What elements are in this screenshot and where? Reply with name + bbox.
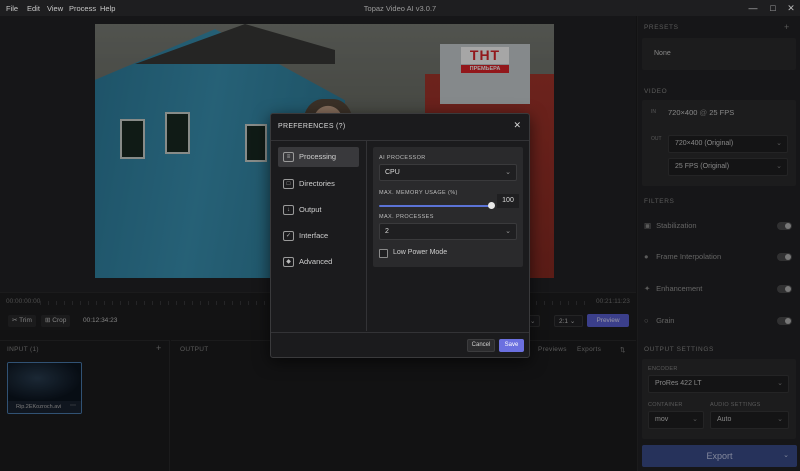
chevron-down-icon: ⌄ [505,228,511,235]
nav-directories-label: Directories [299,179,335,188]
nav-processing-label: Processing [299,152,337,161]
interface-icon: ✓ [283,231,294,241]
minimize-icon[interactable]: — [746,2,760,14]
memory-usage-label: MAX. MEMORY USAGE (%) [379,190,458,196]
window-title: Topaz Video AI v3.0.7 [363,4,437,13]
nav-divider [366,141,367,331]
close-icon[interactable]: ✕ [784,2,798,14]
processing-icon: ≡ [283,152,294,162]
app-window: File Edit View Process Help Topaz Video … [0,0,800,471]
nav-output[interactable]: ↓ Output [278,200,359,220]
chevron-down-icon: ⌄ [505,169,511,176]
nav-advanced-label: Advanced [299,257,333,266]
footer-divider [271,332,529,333]
cancel-button[interactable]: Cancel [467,339,495,352]
advanced-icon: ◆ [283,257,294,267]
menu-process[interactable]: Process [69,4,96,13]
save-button[interactable]: Save [499,339,524,352]
close-icon[interactable]: ✕ [513,120,521,131]
menu-edit[interactable]: Edit [27,4,40,13]
title-bar: File Edit View Process Help Topaz Video … [0,0,800,16]
header-divider [271,140,529,141]
memory-usage-slider-handle[interactable] [488,202,495,209]
preferences-title: PREFERENCES (?) [278,123,346,130]
menu-help[interactable]: Help [100,4,115,13]
maximize-icon[interactable]: □ [766,2,780,14]
memory-usage-slider[interactable] [379,205,492,207]
download-icon: ↓ [283,205,294,215]
max-processes-dropdown[interactable]: 2 ⌄ [379,223,517,240]
ai-processor-label: AI PROCESSOR [379,155,426,161]
nav-processing[interactable]: ≡ Processing [278,147,359,167]
low-power-label: Low Power Mode [393,249,448,256]
ai-processor-value: CPU [385,169,400,176]
memory-usage-value[interactable]: 100 [497,194,519,208]
nav-directories[interactable]: □ Directories [278,174,359,194]
low-power-checkbox[interactable] [379,249,388,258]
menu-view[interactable]: View [47,4,63,13]
folder-icon: □ [283,179,294,189]
nav-interface[interactable]: ✓ Interface [278,226,359,246]
preferences-dialog: PREFERENCES (?) ✕ ≡ Processing □ Directori… [270,113,530,358]
processing-settings: AI PROCESSOR CPU ⌄ MAX. MEMORY USAGE (%) … [373,147,523,267]
ai-processor-dropdown[interactable]: CPU ⌄ [379,164,517,181]
nav-output-label: Output [299,205,322,214]
nav-advanced[interactable]: ◆ Advanced [278,252,359,272]
nav-interface-label: Interface [299,231,329,240]
max-processes-label: MAX. PROCESSES [379,214,434,220]
menu-file[interactable]: File [6,4,18,13]
max-processes-value: 2 [385,228,389,235]
